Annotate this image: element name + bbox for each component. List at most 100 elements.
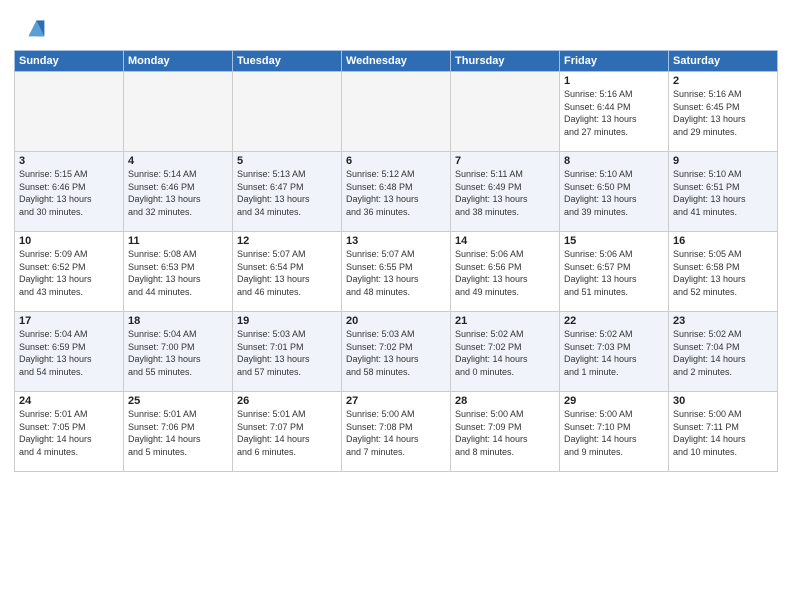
calendar-cell: 7Sunrise: 5:11 AM Sunset: 6:49 PM Daylig… <box>451 152 560 232</box>
page-container: SundayMondayTuesdayWednesdayThursdayFrid… <box>0 0 792 482</box>
calendar-cell: 16Sunrise: 5:05 AM Sunset: 6:58 PM Dayli… <box>669 232 778 312</box>
day-info: Sunrise: 5:11 AM Sunset: 6:49 PM Dayligh… <box>455 168 555 218</box>
calendar-cell: 27Sunrise: 5:00 AM Sunset: 7:08 PM Dayli… <box>342 392 451 472</box>
header <box>14 10 778 46</box>
weekday-header-tuesday: Tuesday <box>233 51 342 72</box>
calendar-cell: 19Sunrise: 5:03 AM Sunset: 7:01 PM Dayli… <box>233 312 342 392</box>
day-info: Sunrise: 5:10 AM Sunset: 6:51 PM Dayligh… <box>673 168 773 218</box>
day-number: 6 <box>346 155 446 167</box>
calendar-cell: 28Sunrise: 5:00 AM Sunset: 7:09 PM Dayli… <box>451 392 560 472</box>
calendar-cell: 13Sunrise: 5:07 AM Sunset: 6:55 PM Dayli… <box>342 232 451 312</box>
day-number: 10 <box>19 235 119 247</box>
day-number: 22 <box>564 315 664 327</box>
day-number: 15 <box>564 235 664 247</box>
day-info: Sunrise: 5:13 AM Sunset: 6:47 PM Dayligh… <box>237 168 337 218</box>
day-info: Sunrise: 5:02 AM Sunset: 7:04 PM Dayligh… <box>673 328 773 378</box>
calendar-cell: 21Sunrise: 5:02 AM Sunset: 7:02 PM Dayli… <box>451 312 560 392</box>
day-number: 2 <box>673 75 773 87</box>
day-info: Sunrise: 5:04 AM Sunset: 7:00 PM Dayligh… <box>128 328 228 378</box>
day-info: Sunrise: 5:00 AM Sunset: 7:10 PM Dayligh… <box>564 408 664 458</box>
calendar-cell: 3Sunrise: 5:15 AM Sunset: 6:46 PM Daylig… <box>15 152 124 232</box>
day-number: 12 <box>237 235 337 247</box>
day-info: Sunrise: 5:00 AM Sunset: 7:08 PM Dayligh… <box>346 408 446 458</box>
day-number: 25 <box>128 395 228 407</box>
calendar-week-1: 1Sunrise: 5:16 AM Sunset: 6:44 PM Daylig… <box>15 72 778 152</box>
day-info: Sunrise: 5:00 AM Sunset: 7:09 PM Dayligh… <box>455 408 555 458</box>
calendar-cell: 25Sunrise: 5:01 AM Sunset: 7:06 PM Dayli… <box>124 392 233 472</box>
day-number: 20 <box>346 315 446 327</box>
day-number: 28 <box>455 395 555 407</box>
day-number: 17 <box>19 315 119 327</box>
calendar-cell <box>451 72 560 152</box>
day-info: Sunrise: 5:16 AM Sunset: 6:44 PM Dayligh… <box>564 88 664 138</box>
day-number: 7 <box>455 155 555 167</box>
calendar-cell: 9Sunrise: 5:10 AM Sunset: 6:51 PM Daylig… <box>669 152 778 232</box>
weekday-header-wednesday: Wednesday <box>342 51 451 72</box>
calendar-cell: 11Sunrise: 5:08 AM Sunset: 6:53 PM Dayli… <box>124 232 233 312</box>
day-number: 24 <box>19 395 119 407</box>
day-info: Sunrise: 5:06 AM Sunset: 6:56 PM Dayligh… <box>455 248 555 298</box>
calendar-week-4: 17Sunrise: 5:04 AM Sunset: 6:59 PM Dayli… <box>15 312 778 392</box>
calendar-cell: 14Sunrise: 5:06 AM Sunset: 6:56 PM Dayli… <box>451 232 560 312</box>
logo-icon <box>14 14 46 46</box>
calendar-cell: 24Sunrise: 5:01 AM Sunset: 7:05 PM Dayli… <box>15 392 124 472</box>
day-number: 27 <box>346 395 446 407</box>
day-number: 8 <box>564 155 664 167</box>
calendar-cell: 10Sunrise: 5:09 AM Sunset: 6:52 PM Dayli… <box>15 232 124 312</box>
day-number: 4 <box>128 155 228 167</box>
calendar-cell: 17Sunrise: 5:04 AM Sunset: 6:59 PM Dayli… <box>15 312 124 392</box>
day-number: 23 <box>673 315 773 327</box>
day-info: Sunrise: 5:01 AM Sunset: 7:05 PM Dayligh… <box>19 408 119 458</box>
weekday-header-monday: Monday <box>124 51 233 72</box>
calendar-cell: 20Sunrise: 5:03 AM Sunset: 7:02 PM Dayli… <box>342 312 451 392</box>
calendar-cell: 12Sunrise: 5:07 AM Sunset: 6:54 PM Dayli… <box>233 232 342 312</box>
calendar-week-2: 3Sunrise: 5:15 AM Sunset: 6:46 PM Daylig… <box>15 152 778 232</box>
calendar-cell <box>15 72 124 152</box>
day-info: Sunrise: 5:02 AM Sunset: 7:02 PM Dayligh… <box>455 328 555 378</box>
calendar-cell: 26Sunrise: 5:01 AM Sunset: 7:07 PM Dayli… <box>233 392 342 472</box>
calendar-week-5: 24Sunrise: 5:01 AM Sunset: 7:05 PM Dayli… <box>15 392 778 472</box>
weekday-header-row: SundayMondayTuesdayWednesdayThursdayFrid… <box>15 51 778 72</box>
day-info: Sunrise: 5:09 AM Sunset: 6:52 PM Dayligh… <box>19 248 119 298</box>
day-info: Sunrise: 5:06 AM Sunset: 6:57 PM Dayligh… <box>564 248 664 298</box>
day-info: Sunrise: 5:03 AM Sunset: 7:01 PM Dayligh… <box>237 328 337 378</box>
calendar-cell <box>124 72 233 152</box>
day-info: Sunrise: 5:07 AM Sunset: 6:54 PM Dayligh… <box>237 248 337 298</box>
calendar-table: SundayMondayTuesdayWednesdayThursdayFrid… <box>14 50 778 472</box>
day-number: 9 <box>673 155 773 167</box>
calendar-cell: 18Sunrise: 5:04 AM Sunset: 7:00 PM Dayli… <box>124 312 233 392</box>
calendar-cell: 30Sunrise: 5:00 AM Sunset: 7:11 PM Dayli… <box>669 392 778 472</box>
logo <box>14 14 50 46</box>
day-info: Sunrise: 5:05 AM Sunset: 6:58 PM Dayligh… <box>673 248 773 298</box>
day-info: Sunrise: 5:07 AM Sunset: 6:55 PM Dayligh… <box>346 248 446 298</box>
day-number: 14 <box>455 235 555 247</box>
calendar-cell: 23Sunrise: 5:02 AM Sunset: 7:04 PM Dayli… <box>669 312 778 392</box>
calendar-cell: 1Sunrise: 5:16 AM Sunset: 6:44 PM Daylig… <box>560 72 669 152</box>
weekday-header-thursday: Thursday <box>451 51 560 72</box>
weekday-header-saturday: Saturday <box>669 51 778 72</box>
day-info: Sunrise: 5:01 AM Sunset: 7:06 PM Dayligh… <box>128 408 228 458</box>
calendar-cell: 22Sunrise: 5:02 AM Sunset: 7:03 PM Dayli… <box>560 312 669 392</box>
calendar-cell: 2Sunrise: 5:16 AM Sunset: 6:45 PM Daylig… <box>669 72 778 152</box>
day-info: Sunrise: 5:00 AM Sunset: 7:11 PM Dayligh… <box>673 408 773 458</box>
day-number: 18 <box>128 315 228 327</box>
day-number: 11 <box>128 235 228 247</box>
day-number: 21 <box>455 315 555 327</box>
day-number: 19 <box>237 315 337 327</box>
calendar-cell: 15Sunrise: 5:06 AM Sunset: 6:57 PM Dayli… <box>560 232 669 312</box>
day-number: 13 <box>346 235 446 247</box>
day-info: Sunrise: 5:03 AM Sunset: 7:02 PM Dayligh… <box>346 328 446 378</box>
day-number: 5 <box>237 155 337 167</box>
calendar-cell: 6Sunrise: 5:12 AM Sunset: 6:48 PM Daylig… <box>342 152 451 232</box>
calendar-cell <box>233 72 342 152</box>
calendar-cell: 5Sunrise: 5:13 AM Sunset: 6:47 PM Daylig… <box>233 152 342 232</box>
day-info: Sunrise: 5:10 AM Sunset: 6:50 PM Dayligh… <box>564 168 664 218</box>
day-info: Sunrise: 5:15 AM Sunset: 6:46 PM Dayligh… <box>19 168 119 218</box>
day-info: Sunrise: 5:01 AM Sunset: 7:07 PM Dayligh… <box>237 408 337 458</box>
day-info: Sunrise: 5:12 AM Sunset: 6:48 PM Dayligh… <box>346 168 446 218</box>
day-number: 29 <box>564 395 664 407</box>
calendar-cell: 4Sunrise: 5:14 AM Sunset: 6:46 PM Daylig… <box>124 152 233 232</box>
day-number: 30 <box>673 395 773 407</box>
calendar-cell <box>342 72 451 152</box>
calendar-week-3: 10Sunrise: 5:09 AM Sunset: 6:52 PM Dayli… <box>15 232 778 312</box>
